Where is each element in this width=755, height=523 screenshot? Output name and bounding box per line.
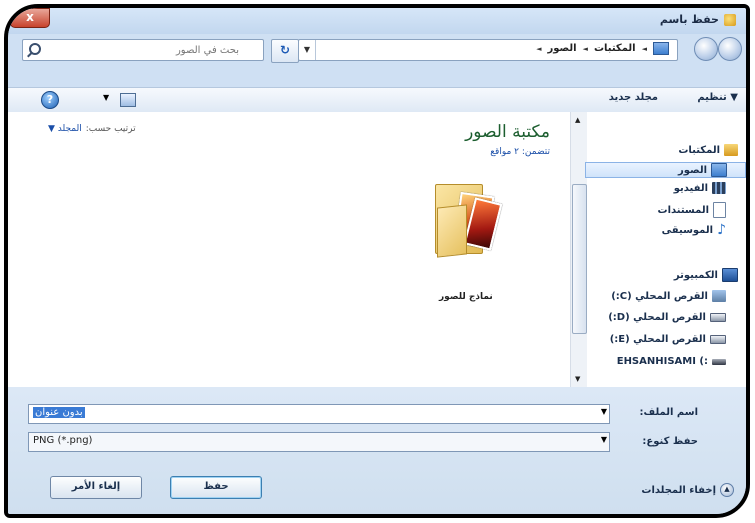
refresh-button[interactable]: ↻ <box>271 39 299 63</box>
drive-d-icon <box>710 313 726 322</box>
sidebar-item-documents[interactable]: المستندات <box>658 202 726 218</box>
scroll-up-icon[interactable]: ▲ <box>575 116 580 124</box>
folder-icon[interactable] <box>435 180 503 258</box>
chevron-down-icon[interactable]: ▼ <box>601 435 607 444</box>
navigation-pane: المكتبات الصور الفيديو المستندات ♪ الموس… <box>585 112 746 387</box>
window-title-text: حفظ باسم <box>659 13 719 26</box>
breadcrumb-separator[interactable]: ◄ <box>642 45 647 53</box>
help-icon[interactable]: ? <box>41 91 59 109</box>
search-icon[interactable] <box>29 43 41 55</box>
music-icon: ♪ <box>717 222 726 238</box>
command-toolbar: ? ▼ تنظيم ▼ مجلد جديد <box>8 87 746 113</box>
close-icon: x <box>26 10 34 24</box>
sidebar-item-music[interactable]: ♪ الموسيقى <box>662 222 726 238</box>
sidebar-item-ehsanhisami[interactable]: EHSANHISAMI (: <box>617 356 726 367</box>
chevron-down-icon[interactable]: ▼ <box>601 407 607 416</box>
paint-app-icon <box>724 13 736 26</box>
filename-value[interactable]: بدون عنوان <box>33 407 85 418</box>
sidebar-item-drive-d[interactable]: القرص المحلي (D:) <box>608 312 726 323</box>
hide-folders-toggle[interactable]: ▲ إخفاء المجلدات <box>641 483 734 497</box>
videos-icon <box>712 182 726 194</box>
drive-c-icon <box>712 290 726 302</box>
breadcrumb: ◄ المكتبات ◄ الصور ◄ <box>536 42 669 55</box>
libraries-icon <box>653 42 669 55</box>
documents-icon <box>713 202 726 218</box>
filename-field[interactable]: بدون عنوان ▼ <box>28 404 610 424</box>
sidebar-item-videos[interactable]: الفيديو <box>674 182 726 194</box>
filetype-label: حفظ كنوع: <box>642 436 698 447</box>
scrollbar[interactable]: ▲ ▼ <box>570 112 588 387</box>
change-view-icon[interactable] <box>120 93 136 107</box>
organize-button[interactable]: تنظيم ▼ <box>697 92 738 103</box>
breadcrumb-separator[interactable]: ◄ <box>583 45 588 53</box>
arrange-label: ترتيب حسب: <box>85 124 136 134</box>
save-as-dialog: x حفظ باسم ↻ ▼ ◄ المكتبات ◄ الصور ◄ <box>4 4 750 518</box>
chevron-up-icon: ▲ <box>720 483 734 497</box>
chevron-down-icon: ▼ <box>303 45 311 54</box>
cancel-button[interactable]: إلغاء الأمر <box>50 476 142 499</box>
hide-folders-label: إخفاء المجلدات <box>641 484 716 496</box>
address-bar[interactable]: ▼ ◄ المكتبات ◄ الصور ◄ <box>298 39 678 61</box>
navigation-bar: ↻ ▼ ◄ المكتبات ◄ الصور ◄ <box>8 34 746 64</box>
library-title: مكتبة الصور <box>465 122 550 142</box>
sidebar-item-pictures[interactable]: الصور <box>585 162 746 178</box>
forward-button[interactable] <box>694 37 718 61</box>
content-area: مكتبة الصور تتضمن: ٢ مواقع ترتيب حسب: ال… <box>8 112 746 387</box>
sidebar-item-computer[interactable]: الكمبيوتر <box>674 268 738 282</box>
search-input[interactable] <box>51 41 241 59</box>
folder-name[interactable]: نماذج للصور <box>439 292 493 302</box>
search-box[interactable] <box>22 39 264 61</box>
sidebar-item-libraries[interactable]: المكتبات <box>678 144 738 156</box>
computer-icon <box>722 268 738 282</box>
libraries-icon <box>724 144 738 156</box>
scroll-thumb[interactable] <box>572 184 587 334</box>
arrange-by: ترتيب حسب: المجلد ▼ <box>48 124 136 134</box>
breadcrumb-pictures[interactable]: الصور <box>547 43 576 54</box>
refresh-icon: ↻ <box>279 43 291 57</box>
save-button[interactable]: حفظ <box>170 476 262 499</box>
close-button[interactable]: x <box>10 8 50 28</box>
library-subtitle[interactable]: تتضمن: ٢ مواقع <box>490 147 550 157</box>
pictures-icon <box>711 163 727 177</box>
address-dropdown-button[interactable]: ▼ <box>299 40 316 60</box>
file-list-pane: مكتبة الصور تتضمن: ٢ مواقع ترتيب حسب: ال… <box>8 112 570 387</box>
new-folder-button[interactable]: مجلد جديد <box>609 92 658 103</box>
back-button[interactable] <box>718 37 742 61</box>
save-options-panel: بدون عنوان ▼ اسم الملف: PNG (*.png) ▼ حف… <box>8 387 746 514</box>
sidebar-item-drive-c[interactable]: القرص المحلي (C:) <box>611 290 726 302</box>
arrange-dropdown[interactable]: المجلد ▼ <box>48 124 82 134</box>
breadcrumb-separator[interactable]: ◄ <box>536 45 541 53</box>
view-dropdown-icon[interactable]: ▼ <box>103 93 109 102</box>
nav-arrows <box>680 37 742 61</box>
sidebar-item-drive-e[interactable]: القرص المحلي (E:) <box>610 334 726 345</box>
scroll-down-icon[interactable]: ▼ <box>575 375 580 383</box>
drive-e-icon <box>710 335 726 344</box>
removable-drive-icon <box>712 358 726 365</box>
title-bar: x حفظ باسم <box>8 8 746 34</box>
filetype-value[interactable]: PNG (*.png) <box>33 435 92 446</box>
window-title: حفظ باسم <box>660 13 736 26</box>
filename-label: اسم الملف: <box>639 407 698 418</box>
breadcrumb-libraries[interactable]: المكتبات <box>594 43 636 54</box>
filetype-select[interactable]: PNG (*.png) ▼ <box>28 432 610 452</box>
